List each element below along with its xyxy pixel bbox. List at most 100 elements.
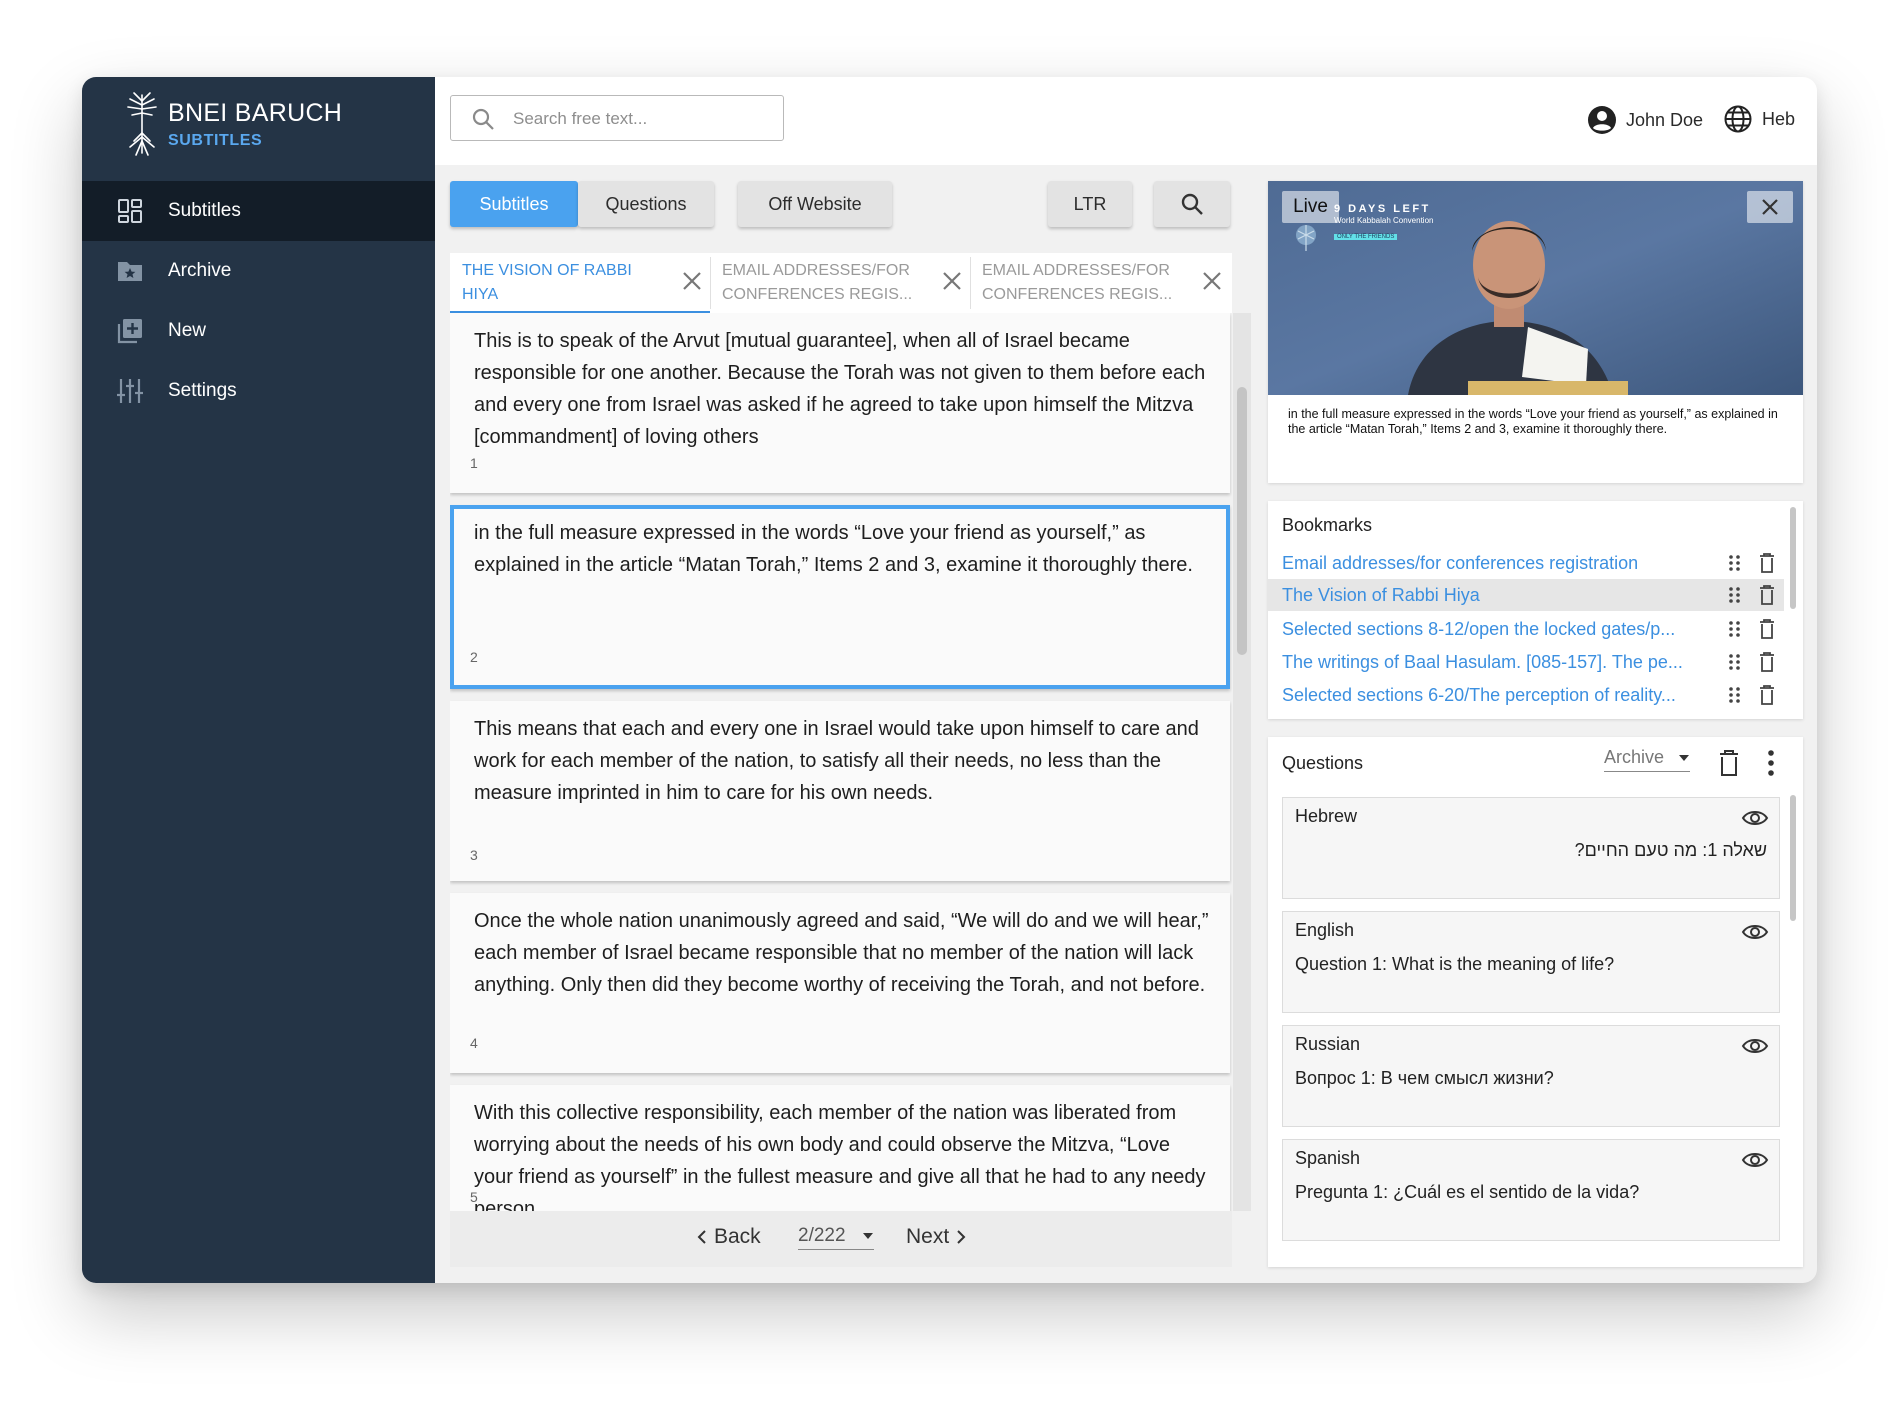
trash-icon[interactable]: [1758, 651, 1776, 673]
question-text: Вопрос 1: В чем смысл жизни?: [1295, 1068, 1554, 1088]
sidebar-item-label: Subtitles: [168, 200, 241, 221]
questions-title: Questions: [1282, 753, 1364, 773]
drag-handle-icon[interactable]: [1726, 620, 1744, 638]
brand-title: BNEI BARUCH: [168, 99, 343, 127]
bookmark-item[interactable]: The writings of Baal Hasulam. [085-157].…: [1268, 646, 1784, 678]
next-label: Next: [906, 1225, 950, 1248]
drag-handle-icon[interactable]: [1726, 686, 1744, 704]
bookmark-item[interactable]: Selected sections 6-20/The perception of…: [1268, 679, 1784, 711]
bookmark-item[interactable]: Email addresses/for conferences registra…: [1268, 547, 1784, 579]
bookmarks-panel: Bookmarks Email addresses/for conference…: [1268, 501, 1803, 719]
bookmark-item[interactable]: Selected sections 8-12/open the locked g…: [1268, 613, 1784, 645]
back-button[interactable]: Back: [694, 1225, 761, 1249]
tree-logo-icon: [127, 92, 157, 156]
drag-handle-icon[interactable]: [1726, 554, 1744, 572]
subtitle-card[interactable]: This means that each and every one in Is…: [450, 701, 1230, 881]
app-window: BNEI BARUCH SUBTITLES Subtitles Archive …: [82, 77, 1817, 1283]
scrollbar-thumb[interactable]: [1790, 795, 1796, 921]
filter-value: Archive: [1604, 747, 1665, 767]
chevron-right-icon: [957, 1230, 966, 1244]
subtitle-card-selected[interactable]: in the full measure expressed in the wor…: [450, 505, 1230, 689]
bookmark-link[interactable]: Email addresses/for conferences registra…: [1282, 553, 1638, 574]
video-panel: 9 DAYS LEFT World Kabbalah Convention ON…: [1268, 181, 1803, 483]
brand-subtitle: SUBTITLES: [168, 132, 263, 149]
question-card-spanish[interactable]: Spanish Pregunta 1: ¿Cuál es el sentido …: [1282, 1139, 1780, 1241]
text-direction-button[interactable]: LTR: [1048, 181, 1132, 227]
questions-scrollbar[interactable]: [1788, 795, 1798, 1265]
question-card-hebrew[interactable]: Hebrew שאלה 1: מה טעם החיים?: [1282, 797, 1780, 899]
video-caption: in the full measure expressed in the wor…: [1288, 407, 1778, 436]
close-icon[interactable]: [680, 269, 704, 293]
page-indicator: 2/222: [798, 1225, 846, 1246]
question-text: Pregunta 1: ¿Cuál es el sentido de la vi…: [1295, 1182, 1640, 1202]
sidebar-item-new[interactable]: New: [82, 301, 435, 361]
scrollbar-thumb[interactable]: [1790, 507, 1796, 609]
scrollbar-thumb[interactable]: [1237, 387, 1247, 655]
sidebar-item-settings[interactable]: Settings: [82, 361, 435, 421]
add-box-icon: [114, 315, 146, 347]
subtitle-list: This is to speak of the Arvut [mutual gu…: [450, 313, 1232, 1211]
live-badge: Live: [1282, 191, 1339, 223]
sidebar-item-label: New: [168, 320, 207, 341]
more-vertical-icon[interactable]: [1767, 749, 1775, 777]
search-button[interactable]: [1154, 181, 1230, 227]
trash-icon[interactable]: [1718, 749, 1740, 777]
off-website-button[interactable]: Off Website: [738, 181, 892, 227]
trash-icon[interactable]: [1758, 584, 1776, 606]
subtitle-number: 4: [470, 1035, 478, 1051]
question-language: English: [1295, 920, 1355, 940]
subtitles-tab-button[interactable]: Subtitles: [450, 181, 578, 227]
eye-icon[interactable]: [1741, 1036, 1769, 1056]
trash-icon[interactable]: [1758, 684, 1776, 706]
search-box[interactable]: [450, 95, 784, 141]
questions-tab-button[interactable]: Questions: [578, 181, 714, 227]
caret-down-icon: [1679, 754, 1689, 761]
search-input[interactable]: [511, 104, 775, 134]
page-select[interactable]: 2/222: [798, 1225, 874, 1250]
eye-icon[interactable]: [1741, 808, 1769, 828]
back-label: Back: [714, 1225, 761, 1248]
trash-icon[interactable]: [1758, 618, 1776, 640]
subtitle-scrollbar[interactable]: [1233, 313, 1251, 1211]
close-icon[interactable]: [940, 269, 964, 293]
bookmark-link[interactable]: The Vision of Rabbi Hiya: [1282, 585, 1480, 606]
trash-icon[interactable]: [1758, 552, 1776, 574]
bookmark-link[interactable]: Selected sections 6-20/The perception of…: [1282, 685, 1676, 706]
video-player[interactable]: 9 DAYS LEFT World Kabbalah Convention ON…: [1268, 181, 1803, 395]
close-icon: [1762, 199, 1778, 215]
bookmark-link[interactable]: The writings of Baal Hasulam. [085-157].…: [1282, 652, 1683, 673]
banner-tag: ONLY THE FRIENDS: [1334, 234, 1398, 240]
question-language: Russian: [1295, 1034, 1361, 1054]
bookmark-item-active[interactable]: The Vision of Rabbi Hiya: [1268, 579, 1784, 611]
subtitle-card[interactable]: Once the whole nation unanimously agreed…: [450, 893, 1230, 1073]
sidebar-item-archive[interactable]: Archive: [82, 241, 435, 301]
search-icon: [472, 108, 494, 130]
user-menu[interactable]: John Doe: [1587, 105, 1703, 135]
sidebar-item-subtitles[interactable]: Subtitles: [82, 181, 435, 241]
sliders-icon: [114, 375, 146, 407]
question-card-english[interactable]: English Question 1: What is the meaning …: [1282, 911, 1780, 1013]
sidebar-item-label: Settings: [168, 380, 237, 401]
tab-document-2[interactable]: EMAIL ADDRESSES/FOR CONFERENCES REGIS...: [710, 253, 970, 313]
bookmarks-scrollbar[interactable]: [1788, 507, 1798, 717]
drag-handle-icon[interactable]: [1726, 653, 1744, 671]
brand[interactable]: BNEI BARUCH SUBTITLES: [122, 89, 422, 163]
bookmark-link[interactable]: Selected sections 8-12/open the locked g…: [1282, 619, 1675, 640]
questions-filter-select[interactable]: Archive: [1604, 747, 1690, 772]
question-card-russian[interactable]: Russian Вопрос 1: В чем смысл жизни?: [1282, 1025, 1780, 1127]
video-close-button[interactable]: [1747, 191, 1793, 223]
question-language: Hebrew: [1295, 806, 1358, 826]
eye-icon[interactable]: [1741, 1150, 1769, 1170]
next-button[interactable]: Next: [906, 1225, 969, 1249]
subtitle-text: This is to speak of the Arvut [mutual gu…: [474, 330, 1206, 448]
subtitle-card[interactable]: With this collective responsibility, eac…: [450, 1085, 1230, 1211]
tab-document-1[interactable]: THE VISION OF RABBI HIYA: [450, 253, 710, 313]
tab-document-3[interactable]: EMAIL ADDRESSES/FOR CONFERENCES REGIS...: [970, 253, 1230, 313]
eye-icon[interactable]: [1741, 922, 1769, 942]
subtitle-card[interactable]: This is to speak of the Arvut [mutual gu…: [450, 313, 1230, 493]
close-icon[interactable]: [1200, 269, 1224, 293]
questions-panel: Questions Archive Hebrew שאלה 1: מה טעם …: [1268, 737, 1803, 1267]
subtitle-text: in the full measure expressed in the wor…: [474, 522, 1193, 576]
drag-handle-icon[interactable]: [1726, 586, 1744, 604]
language-switcher[interactable]: Heb: [1723, 104, 1795, 134]
